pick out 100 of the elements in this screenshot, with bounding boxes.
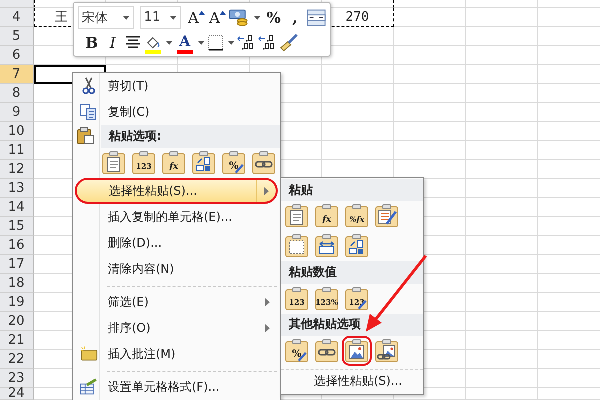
clipboard-document-icon (102, 151, 126, 175)
note-icon (80, 345, 98, 363)
caret-icon (254, 16, 261, 20)
money-icon (229, 8, 251, 28)
sheet-cell (322, 84, 394, 103)
menu-item[interactable]: 插入批注(M) (75, 341, 278, 367)
triangle-up-icon (220, 10, 226, 14)
row-header[interactable]: 17 (0, 255, 34, 274)
align-center-icon (125, 36, 141, 50)
row-header[interactable]: 12 (0, 160, 34, 179)
row-header[interactable]: 11 (0, 141, 34, 160)
format-painter-button[interactable] (279, 32, 299, 54)
menu-item[interactable]: 选择性粘贴(S)... (75, 178, 278, 204)
bold-button[interactable]: B (82, 32, 102, 54)
caret-icon (228, 41, 234, 45)
row-header[interactable]: 5 (0, 27, 34, 46)
menu-item[interactable]: 删除(D)... (75, 230, 278, 256)
clipboard-chain-picture-icon (375, 338, 399, 363)
sheet-cell (466, 217, 538, 236)
row-header[interactable]: 4 (0, 8, 34, 27)
clipboard-chain-icon (315, 338, 339, 363)
menu-item-label: 排序(O) (108, 320, 152, 336)
sheet-cell (322, 122, 394, 141)
row-header[interactable]: 19 (0, 293, 34, 312)
sheet-cell (322, 65, 394, 84)
merge-center-icon (306, 8, 326, 26)
row-header[interactable]: 22 (0, 350, 34, 369)
menu-section-header: 粘贴数值 (281, 261, 423, 284)
menu-item[interactable]: 插入复制的单元格(E)... (75, 204, 278, 230)
sheet-cell (466, 198, 538, 217)
paintbrush-icon (279, 34, 299, 52)
row-header[interactable]: 8 (0, 84, 34, 103)
caret-icon (123, 16, 130, 20)
scissors-icon (80, 77, 98, 95)
row-header[interactable]: 16 (0, 236, 34, 255)
row-header[interactable]: 15 (0, 217, 34, 236)
menu-section-header: 其他粘贴选项 (281, 314, 423, 336)
row-header[interactable]: 9 (0, 103, 34, 122)
paste-option-button[interactable] (342, 336, 372, 366)
menu-section-header: 粘贴 (281, 179, 423, 202)
font-color-button[interactable]: A (175, 32, 195, 54)
sheet-cell (466, 84, 538, 103)
sheet-cell (394, 8, 466, 27)
menu-item[interactable]: 剪切(T) (75, 73, 278, 99)
caret-icon (170, 16, 177, 20)
sheet-cell (466, 46, 538, 65)
menu-item-label: 选择性粘贴(S)... (109, 182, 198, 200)
clipboard-dotted-grid-icon (285, 234, 309, 258)
menu-item-label: 剪切(T) (108, 78, 150, 94)
row-header[interactable]: 21 (0, 331, 34, 350)
table-brush-icon (80, 378, 98, 396)
menu-item[interactable]: 清除内容(N) (75, 256, 278, 282)
menu-item[interactable]: 筛选(E) (75, 289, 278, 315)
clipboard-chain-icon (252, 151, 276, 175)
sheet-cell (466, 236, 538, 255)
clipboard-icon (77, 127, 95, 145)
row-header[interactable]: 18 (0, 274, 34, 293)
row-header[interactable]: 6 (0, 46, 34, 65)
sheet-cell (466, 65, 538, 84)
sheet-cell (394, 141, 466, 160)
row-header[interactable]: 23 (0, 369, 34, 388)
font-size-field[interactable]: 11 (140, 6, 181, 29)
sheet-cell (466, 312, 538, 331)
sheet-cell (466, 141, 538, 160)
clipboard-brush-icon (375, 204, 399, 228)
menu-item-label: 复制(C) (108, 104, 151, 120)
sheet-cell (466, 8, 538, 27)
sheet-cell (466, 388, 538, 400)
menu-item[interactable]: 排序(O) (75, 315, 278, 341)
format-button[interactable]: , (285, 6, 305, 28)
row-header[interactable]: 7 (0, 65, 34, 84)
sheet-cell (466, 103, 538, 122)
sheet-cell (394, 103, 466, 122)
italic-button[interactable]: I (103, 32, 123, 54)
row-header[interactable]: 10 (0, 122, 34, 141)
submenu-arrow-icon (264, 186, 269, 196)
clipboard-document-icon (285, 204, 309, 228)
menu-item[interactable]: 选择性粘贴(S)... (281, 368, 423, 394)
sheet-cell (466, 293, 538, 312)
paint-bucket-icon (145, 36, 161, 50)
sheet-cell (466, 369, 538, 388)
format-button[interactable]: % (264, 6, 284, 28)
sheet-cell (394, 27, 466, 46)
sheet-cell (394, 65, 466, 84)
clipboard-transpose-icon (345, 234, 369, 258)
submenu-arrow-icon (265, 298, 270, 306)
row-header[interactable]: 14 (0, 198, 34, 217)
row-header[interactable]: 20 (0, 312, 34, 331)
grow-font-button[interactable]: A (186, 6, 206, 28)
sheet-cell (466, 331, 538, 350)
menu-item[interactable]: 复制(C) (75, 99, 278, 125)
menu-item[interactable]: 设置单元格格式(F)... (75, 374, 278, 400)
menu-item-label: 筛选(E) (108, 294, 150, 310)
sheet-cell (394, 122, 466, 141)
font-name-field[interactable]: 宋体 (78, 6, 134, 29)
sheet-cell (394, 46, 466, 65)
copy-icon (80, 103, 98, 121)
row-header[interactable]: 24 (0, 388, 34, 400)
row-header[interactable]: 13 (0, 179, 34, 198)
shrink-font-button[interactable]: A (208, 6, 228, 28)
